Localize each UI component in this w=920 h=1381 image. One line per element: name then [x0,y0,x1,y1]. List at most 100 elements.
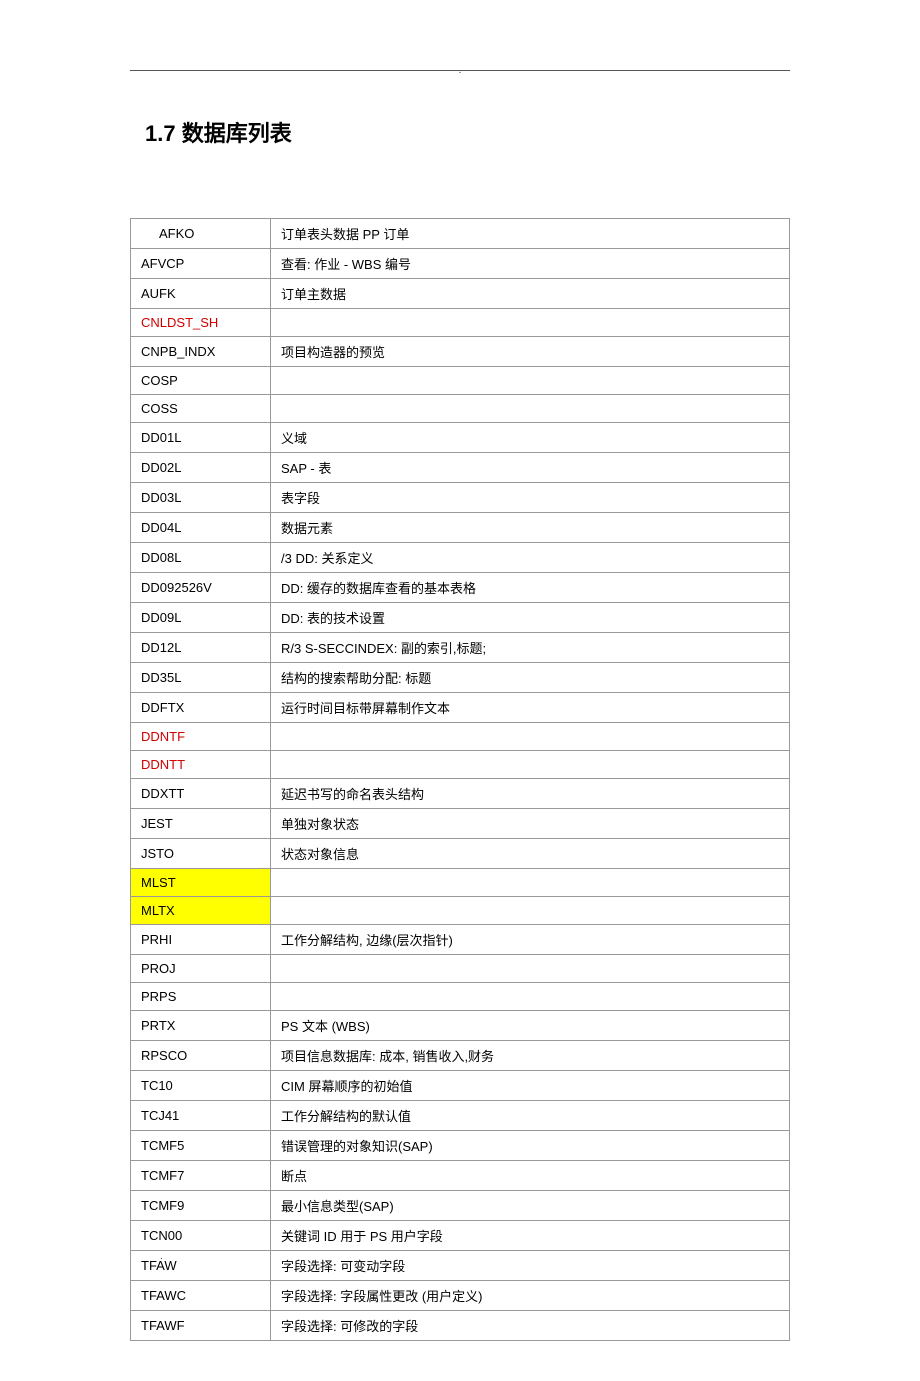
table-row: DD12LR/3 S-SECCINDEX: 副的索引,标题; [131,633,790,663]
description-cell: 义域 [271,423,790,453]
table-row: COSP [131,367,790,395]
description-cell: /3 DD: 关系定义 [271,543,790,573]
description-cell: 数据元素 [271,513,790,543]
code-cell: PRHI [131,925,271,955]
database-table: AFKO订单表头数据 PP 订单AFVCP查看: 作业 - WBS 编号AUFK… [130,218,790,1341]
code-cell: TCMF9 [131,1191,271,1221]
code-cell: JSTO [131,839,271,869]
code-cell: TCJ41 [131,1101,271,1131]
table-row: COSS [131,395,790,423]
description-cell: 字段选择: 可修改的字段 [271,1311,790,1341]
table-row: RPSCO项目信息数据库: 成本, 销售收入,财务 [131,1041,790,1071]
code-cell: TCMF5 [131,1131,271,1161]
table-row: DD02LSAP - 表 [131,453,790,483]
description-cell [271,897,790,925]
code-cell: COSS [131,395,271,423]
table-row: JSTO状态对象信息 [131,839,790,869]
table-row: DD08L/3 DD: 关系定义 [131,543,790,573]
table-row: AUFK订单主数据 [131,279,790,309]
code-cell: MLST [131,869,271,897]
header-mark: . [130,65,790,76]
code-cell: TFAWF [131,1311,271,1341]
description-cell: 断点 [271,1161,790,1191]
code-cell: JEST [131,809,271,839]
description-cell [271,309,790,337]
description-cell: 字段选择: 可变动字段 [271,1251,790,1281]
table-row: PRTXPS 文本 (WBS) [131,1011,790,1041]
table-row: TFAWF字段选择: 可修改的字段 [131,1311,790,1341]
code-cell: DD04L [131,513,271,543]
description-cell: 结构的搜索帮助分配: 标题 [271,663,790,693]
description-cell: 关键词 ID 用于 PS 用户字段 [271,1221,790,1251]
table-row: TFAW字段选择: 可变动字段 [131,1251,790,1281]
description-cell: 项目构造器的预览 [271,337,790,367]
description-cell: DD: 表的技术设置 [271,603,790,633]
code-cell: DD02L [131,453,271,483]
table-row: DDNTF [131,723,790,751]
table-row: CNPB_INDX项目构造器的预览 [131,337,790,367]
table-row: PRHI工作分解结构, 边缘(层次指针) [131,925,790,955]
description-cell: R/3 S-SECCINDEX: 副的索引,标题; [271,633,790,663]
description-cell [271,395,790,423]
description-cell: 延迟书写的命名表头结构 [271,779,790,809]
table-row: JEST单独对象状态 [131,809,790,839]
document-page: . 1.7 数据库列表 AFKO订单表头数据 PP 订单AFVCP查看: 作业 … [0,0,920,1381]
table-row: DD03L表字段 [131,483,790,513]
table-row: AFVCP查看: 作业 - WBS 编号 [131,249,790,279]
table-row: TCJ41工作分解结构的默认值 [131,1101,790,1131]
table-row: DD092526VDD: 缓存的数据库查看的基本表格 [131,573,790,603]
code-cell: DDNTT [131,751,271,779]
description-cell: 订单主数据 [271,279,790,309]
code-cell: CNLDST_SH [131,309,271,337]
code-cell: DDNTF [131,723,271,751]
footer-mark: . [160,1251,163,1262]
code-cell: DD092526V [131,573,271,603]
description-cell [271,955,790,983]
description-cell: 运行时间目标带屏幕制作文本 [271,693,790,723]
description-cell: 项目信息数据库: 成本, 销售收入,财务 [271,1041,790,1071]
code-cell: DD01L [131,423,271,453]
code-cell: CNPB_INDX [131,337,271,367]
code-cell: DD35L [131,663,271,693]
description-cell: CIM 屏幕顺序的初始值 [271,1071,790,1101]
code-cell: AUFK [131,279,271,309]
code-cell: PROJ [131,955,271,983]
table-row: TC10CIM 屏幕顺序的初始值 [131,1071,790,1101]
table-row: DD01L义域 [131,423,790,453]
table-row: CNLDST_SH [131,309,790,337]
code-cell: TFAW [131,1251,271,1281]
code-cell: TCMF7 [131,1161,271,1191]
description-cell [271,751,790,779]
code-cell: DD09L [131,603,271,633]
description-cell: 字段选择: 字段属性更改 (用户定义) [271,1281,790,1311]
description-cell: PS 文本 (WBS) [271,1011,790,1041]
description-cell: 工作分解结构的默认值 [271,1101,790,1131]
code-cell: MLTX [131,897,271,925]
code-cell: TFAWC [131,1281,271,1311]
table-row: DDNTT [131,751,790,779]
description-cell: 状态对象信息 [271,839,790,869]
code-cell: DD08L [131,543,271,573]
table-row: MLTX [131,897,790,925]
description-cell: 订单表头数据 PP 订单 [271,219,790,249]
code-cell: AFVCP [131,249,271,279]
table-row: PROJ [131,955,790,983]
table-row: TCMF5错误管理的对象知识(SAP) [131,1131,790,1161]
description-cell: 工作分解结构, 边缘(层次指针) [271,925,790,955]
code-cell: DD12L [131,633,271,663]
description-cell: 最小信息类型(SAP) [271,1191,790,1221]
code-cell: TC10 [131,1071,271,1101]
description-cell [271,723,790,751]
code-cell: DDFTX [131,693,271,723]
code-cell: COSP [131,367,271,395]
code-cell: TCN00 [131,1221,271,1251]
code-cell: AFKO [131,219,271,249]
code-cell: PRTX [131,1011,271,1041]
table-row: PRPS [131,983,790,1011]
description-cell: 表字段 [271,483,790,513]
table-row: TCMF7断点 [131,1161,790,1191]
table-row: DD04L数据元素 [131,513,790,543]
description-cell: 查看: 作业 - WBS 编号 [271,249,790,279]
description-cell: SAP - 表 [271,453,790,483]
code-cell: DDXTT [131,779,271,809]
